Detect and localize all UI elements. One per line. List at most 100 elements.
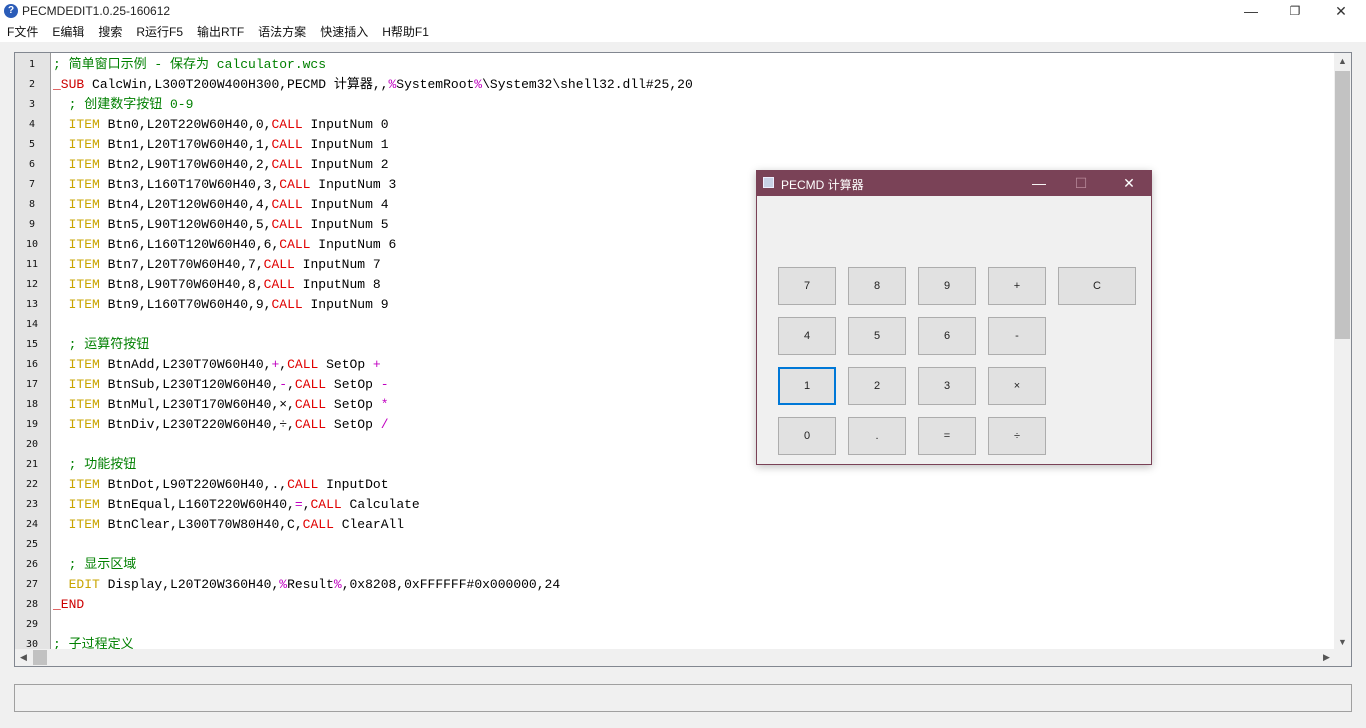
- line-number: 16: [25, 359, 39, 370]
- code-token: ITEM: [68, 157, 100, 172]
- calculator-title-bar[interactable]: PECMD 计算器 — ☐ ✕: [757, 171, 1151, 196]
- calc-button-multiply[interactable]: ×: [988, 367, 1046, 405]
- calc-button-7[interactable]: 7: [778, 267, 836, 305]
- code-line[interactable]: _END: [53, 595, 84, 615]
- code-line[interactable]: ITEM BtnMul,L230T170W60H40,×,CALL SetOp …: [53, 395, 389, 415]
- menu-file[interactable]: F文件: [0, 22, 45, 42]
- calc-button-8[interactable]: 8: [848, 267, 906, 305]
- code-token: ClearAll: [333, 517, 405, 532]
- scroll-left-icon[interactable]: ◀: [15, 649, 32, 666]
- vertical-scrollbar[interactable]: ▲ ▼: [1334, 53, 1351, 651]
- code-line[interactable]: ; 功能按钮: [53, 455, 137, 475]
- code-line[interactable]: ITEM Btn1,L20T170W60H40,1,CALL InputNum …: [53, 135, 389, 155]
- calc-button-9[interactable]: 9: [918, 267, 976, 305]
- code-token: Btn3,L160T170W60H40,3,: [99, 177, 280, 192]
- line-number: 28: [25, 599, 39, 610]
- calc-button-add[interactable]: +: [988, 267, 1046, 305]
- line-number: 19: [25, 419, 39, 430]
- calc-button-0[interactable]: 0: [778, 417, 836, 455]
- code-line[interactable]: ITEM Btn9,L160T70W60H40,9,CALL InputNum …: [53, 295, 389, 315]
- code-token: ITEM: [68, 197, 100, 212]
- code-line[interactable]: ; 运算符按钮: [53, 335, 150, 355]
- code-token: CalcWin,L300T200W400H300,PECMD 计算器,,: [84, 77, 389, 92]
- code-token: CALL: [294, 397, 327, 412]
- menu-run[interactable]: R运行F5: [129, 22, 190, 42]
- menu-quick-insert[interactable]: 快速插入: [313, 22, 375, 42]
- calc-button-4[interactable]: 4: [778, 317, 836, 355]
- menu-edit[interactable]: E编辑: [45, 22, 91, 42]
- line-number: 9: [28, 219, 36, 230]
- scroll-up-icon[interactable]: ▲: [1334, 53, 1351, 70]
- scroll-right-icon[interactable]: ▶: [1318, 649, 1335, 666]
- calc-button-equals[interactable]: =: [918, 417, 976, 455]
- close-button[interactable]: ✕: [1318, 0, 1364, 22]
- code-line[interactable]: ITEM BtnDot,L90T220W60H40,.,CALL InputDo…: [53, 475, 389, 495]
- calc-button-3[interactable]: 3: [918, 367, 976, 405]
- line-number: 1: [28, 59, 36, 70]
- calc-button-2[interactable]: 2: [848, 367, 906, 405]
- code-token: Btn9,L160T70W60H40,9,: [99, 297, 272, 312]
- restore-button[interactable]: ❐: [1272, 0, 1318, 22]
- menu-search[interactable]: 搜索: [91, 22, 129, 42]
- menu-bar: F文件 E编辑 搜索 R运行F5 输出RTF 语法方案 快速插入 H帮助F1: [0, 22, 1366, 42]
- code-line[interactable]: ITEM Btn6,L160T120W60H40,6,CALL InputNum…: [53, 235, 397, 255]
- code-line[interactable]: ITEM BtnDiv,L230T220W60H40,÷,CALL SetOp …: [53, 415, 389, 435]
- line-number: 6: [28, 159, 36, 170]
- code-line[interactable]: ITEM Btn0,L20T220W60H40,0,CALL InputNum …: [53, 115, 389, 135]
- code-token: SetOp: [326, 417, 381, 432]
- horizontal-scroll-thumb[interactable]: [33, 650, 47, 665]
- calculator-minimize-button[interactable]: —: [1019, 171, 1059, 196]
- calc-button-clear[interactable]: C: [1058, 267, 1136, 305]
- vertical-scroll-thumb[interactable]: [1335, 71, 1350, 339]
- code-line[interactable]: ; 创建数字按钮 0-9: [53, 95, 194, 115]
- code-token: CALL: [271, 157, 303, 172]
- code-token: BtnAdd,L230T70W60H40,: [99, 357, 272, 372]
- menu-export-rtf[interactable]: 输出RTF: [190, 22, 251, 42]
- code-line[interactable]: _SUB CalcWin,L300T200W400H300,PECMD 计算器,…: [53, 75, 693, 95]
- code-token: _SUB: [53, 77, 85, 92]
- line-number: 21: [25, 459, 39, 470]
- calc-button-1[interactable]: 1: [778, 367, 836, 405]
- calc-button-5[interactable]: 5: [848, 317, 906, 355]
- calculator-display[interactable]: [777, 216, 1137, 256]
- code-token: ,: [302, 497, 311, 512]
- code-line[interactable]: ITEM Btn7,L20T70W60H40,7,CALL InputNum 7: [53, 255, 381, 275]
- calc-button-subtract[interactable]: -: [988, 317, 1046, 355]
- calc-button-divide[interactable]: ÷: [988, 417, 1046, 455]
- code-line[interactable]: ITEM Btn5,L90T120W60H40,5,CALL InputNum …: [53, 215, 389, 235]
- code-line[interactable]: EDIT Display,L20T20W360H40,%Result%,0x82…: [53, 575, 561, 595]
- code-line[interactable]: ITEM Btn3,L160T170W60H40,3,CALL InputNum…: [53, 175, 397, 195]
- code-line[interactable]: ITEM BtnAdd,L230T70W60H40,+,CALL SetOp +: [53, 355, 381, 375]
- calc-button-6[interactable]: 6: [918, 317, 976, 355]
- horizontal-scrollbar[interactable]: ◀ ▶: [15, 649, 1335, 666]
- code-token: /: [380, 417, 389, 432]
- minimize-button[interactable]: —: [1228, 0, 1274, 22]
- code-token: CALL: [287, 357, 319, 372]
- code-line[interactable]: ; 显示区域: [53, 555, 137, 575]
- code-token: ; 运算符按钮: [53, 337, 150, 352]
- code-line[interactable]: ITEM BtnClear,L300T70W80H40,C,CALL Clear…: [53, 515, 405, 535]
- code-line[interactable]: ITEM Btn4,L20T120W60H40,4,CALL InputNum …: [53, 195, 389, 215]
- code-token: BtnClear,L300T70W80H40,C,: [99, 517, 303, 532]
- code-line[interactable]: ITEM Btn2,L90T170W60H40,2,CALL InputNum …: [53, 155, 389, 175]
- code-line[interactable]: ; 简单窗口示例 - 保存为 calculator.wcs: [53, 55, 326, 75]
- code-line[interactable]: ITEM BtnSub,L230T120W60H40,-,CALL SetOp …: [53, 375, 389, 395]
- menu-help[interactable]: H帮助F1: [375, 22, 436, 42]
- code-token: EDIT: [68, 577, 100, 592]
- calculator-close-button[interactable]: ✕: [1109, 171, 1149, 196]
- code-token: ITEM: [68, 497, 100, 512]
- code-line[interactable]: ITEM Btn8,L90T70W60H40,8,CALL InputNum 8: [53, 275, 381, 295]
- line-number: 29: [25, 619, 39, 630]
- calc-button-dot[interactable]: .: [848, 417, 906, 455]
- code-token: Btn8,L90T70W60H40,8,: [99, 277, 264, 292]
- line-number: 27: [25, 579, 39, 590]
- code-line[interactable]: ITEM BtnEqual,L160T220W60H40,=,CALL Calc…: [53, 495, 420, 515]
- menu-syntax-scheme[interactable]: 语法方案: [251, 22, 313, 42]
